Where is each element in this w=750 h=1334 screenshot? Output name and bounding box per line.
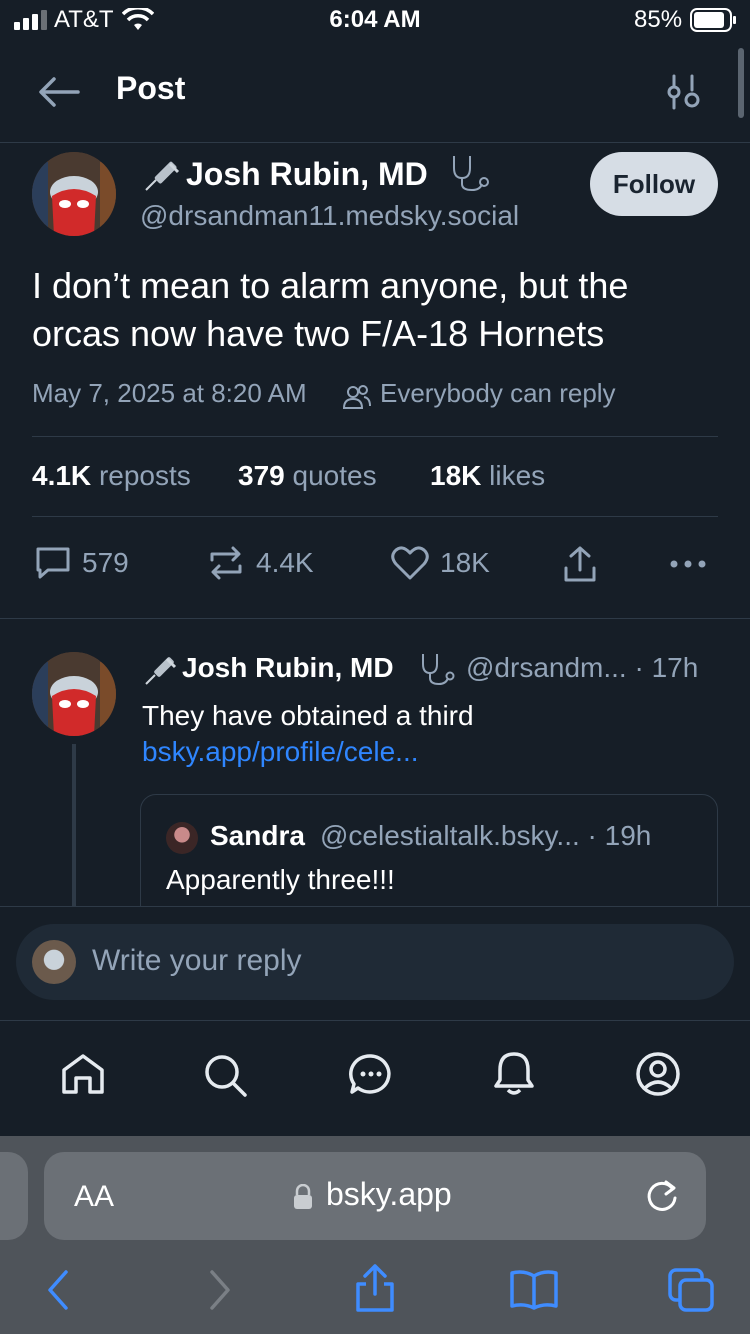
reply-text: They have obtained a third bbox=[142, 700, 474, 731]
author-name[interactable]: Josh Rubin, MD bbox=[186, 156, 428, 193]
quote-author-name: Sandra bbox=[210, 820, 305, 851]
reload-icon[interactable] bbox=[644, 1178, 680, 1214]
comment-icon bbox=[36, 547, 70, 579]
post-divider bbox=[0, 618, 750, 619]
lock-icon bbox=[294, 1184, 312, 1209]
safari-back-icon[interactable] bbox=[44, 1268, 72, 1312]
repost-icon bbox=[210, 546, 242, 580]
likes-count: 18K bbox=[430, 460, 482, 491]
header-divider bbox=[0, 142, 750, 143]
search-icon[interactable] bbox=[202, 1052, 250, 1098]
back-arrow-icon[interactable] bbox=[38, 76, 80, 108]
bell-icon[interactable] bbox=[492, 1050, 536, 1098]
previous-tab-stub[interactable] bbox=[0, 1152, 28, 1240]
more-icon[interactable] bbox=[668, 558, 708, 570]
likes-stat[interactable]: 18K likes bbox=[430, 460, 545, 492]
reposts-stat[interactable]: 4.1K reposts bbox=[32, 460, 191, 492]
page-title: Post bbox=[116, 70, 186, 106]
scrollbar[interactable] bbox=[738, 48, 744, 118]
composer-divider bbox=[0, 906, 750, 907]
bookmarks-icon[interactable] bbox=[508, 1268, 560, 1312]
reply-placeholder[interactable]: Write your reply bbox=[92, 944, 302, 978]
quote-author-handle: @celestialtalk.bsky... · 19h bbox=[320, 820, 652, 851]
quotes-count: 379 bbox=[238, 460, 285, 491]
tabbar-divider bbox=[0, 1020, 750, 1021]
people-icon bbox=[342, 385, 371, 409]
like-count: 18K bbox=[440, 547, 490, 578]
status-bar: AT&T 6:04 AM 85% bbox=[0, 0, 750, 40]
reposts-label: reposts bbox=[98, 460, 191, 491]
like-action[interactable]: 18K bbox=[390, 544, 490, 582]
quote-avatar bbox=[166, 822, 198, 854]
stats-divider-top bbox=[32, 436, 718, 437]
battery-icon bbox=[690, 8, 736, 32]
safari-forward-icon[interactable] bbox=[206, 1268, 234, 1312]
syringe-icon bbox=[145, 161, 180, 191]
stats-divider-bottom bbox=[32, 516, 718, 517]
reply-setting[interactable]: Everybody can reply bbox=[380, 378, 616, 409]
thread-line bbox=[72, 744, 76, 906]
reply-action[interactable]: 579 bbox=[34, 544, 129, 582]
post-header bbox=[0, 48, 750, 142]
url-text[interactable]: bsky.app bbox=[326, 1176, 452, 1213]
repost-count: 4.4K bbox=[256, 547, 314, 578]
heart-icon bbox=[391, 546, 429, 580]
battery-percent: 85% bbox=[634, 6, 683, 33]
sliders-icon[interactable] bbox=[664, 74, 704, 110]
author-handle[interactable]: @drsandman11.medsky.social bbox=[140, 200, 519, 232]
safari-share-icon[interactable] bbox=[354, 1262, 396, 1314]
share-icon[interactable] bbox=[562, 544, 598, 584]
stethoscope-icon bbox=[422, 654, 455, 686]
likes-label: likes bbox=[489, 460, 546, 491]
tabs-icon[interactable] bbox=[666, 1266, 716, 1314]
follow-button[interactable]: Follow bbox=[590, 152, 718, 216]
stethoscope-icon bbox=[453, 156, 489, 192]
profile-icon[interactable] bbox=[634, 1050, 682, 1098]
post-text: I don’t mean to alarm anyone, but the or… bbox=[32, 265, 629, 354]
quote-text: Apparently three!!! bbox=[166, 864, 395, 895]
reply-author-name[interactable]: Josh Rubin, MD bbox=[182, 652, 394, 684]
quotes-label: quotes bbox=[292, 460, 377, 491]
chat-icon[interactable] bbox=[348, 1052, 394, 1096]
author-avatar[interactable] bbox=[32, 152, 116, 236]
home-icon[interactable] bbox=[60, 1052, 106, 1096]
reply-count: 579 bbox=[82, 547, 129, 578]
repost-action[interactable]: 4.4K bbox=[206, 544, 314, 582]
composer-avatar bbox=[32, 940, 76, 984]
reply-link[interactable]: bsky.app/profile/cele... bbox=[142, 736, 419, 768]
reader-aa-button[interactable]: AA bbox=[74, 1180, 114, 1214]
quotes-stat[interactable]: 379 quotes bbox=[238, 460, 377, 492]
syringe-icon bbox=[145, 657, 177, 685]
reply-avatar[interactable] bbox=[32, 652, 116, 736]
reposts-count: 4.1K bbox=[32, 460, 92, 491]
post-timestamp[interactable]: May 7, 2025 at 8:20 AM bbox=[32, 378, 307, 409]
reply-author-handle[interactable]: @drsandm... · 17h bbox=[466, 652, 698, 684]
